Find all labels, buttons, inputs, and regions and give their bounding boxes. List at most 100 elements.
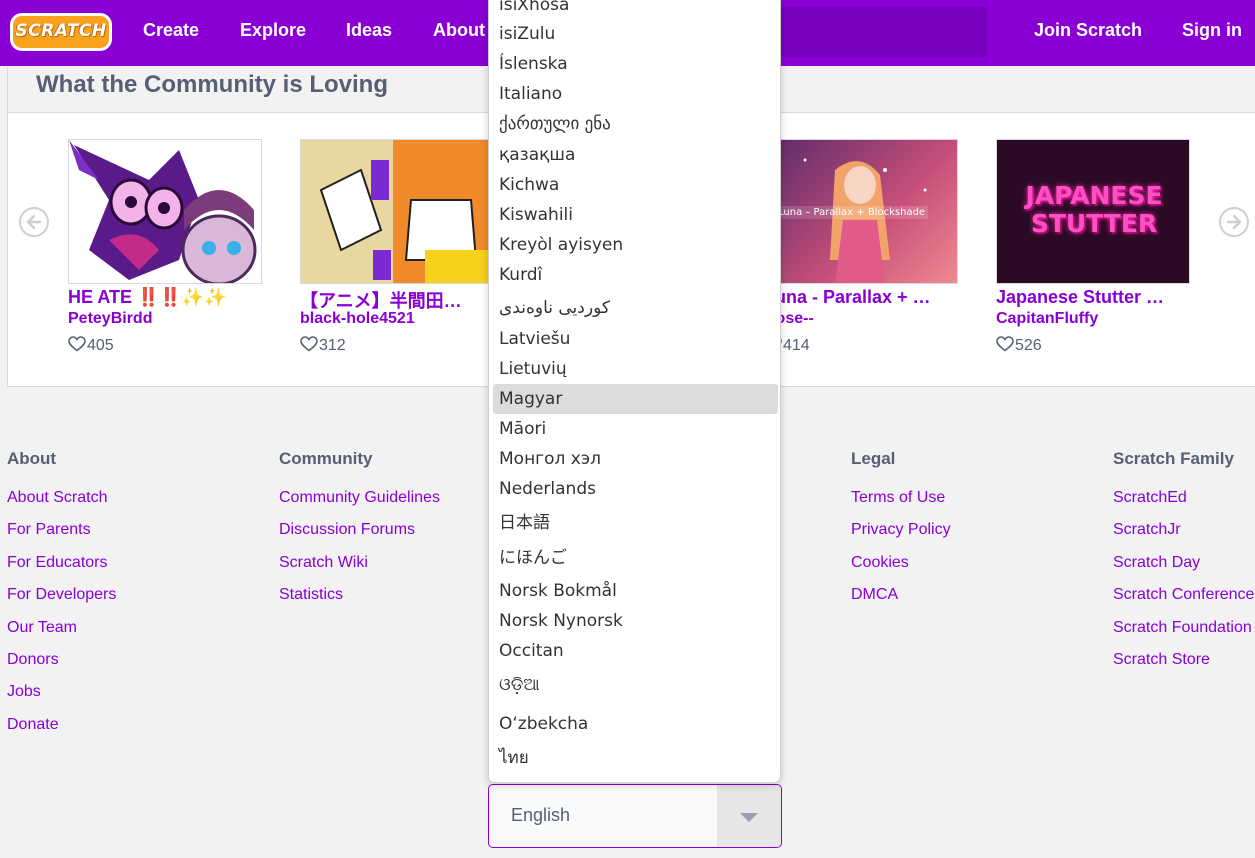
project-title[interactable]: Luna - Parallax + … bbox=[764, 287, 964, 308]
language-option[interactable]: Íslenska bbox=[493, 49, 778, 79]
footer-heading: About bbox=[7, 449, 57, 468]
footer-column-about: About About Scratch For Parents For Educ… bbox=[7, 449, 116, 748]
language-option[interactable]: Oʻzbekcha bbox=[493, 709, 778, 739]
footer-link[interactable]: Jobs bbox=[7, 683, 116, 715]
community-title: What the Community is Loving bbox=[36, 71, 388, 98]
join-scratch-link[interactable]: Join Scratch bbox=[1034, 20, 1142, 41]
language-option[interactable]: қазақша bbox=[493, 140, 778, 170]
heart-icon bbox=[68, 336, 86, 352]
language-option[interactable]: 日本語 bbox=[493, 508, 778, 538]
project-card[interactable]: Luna – Parallax + Blockshade Luna - Para… bbox=[764, 139, 958, 354]
footer-heading: Legal bbox=[851, 449, 896, 468]
project-card[interactable]: JAPANESE STUTTER Japanese Stutter … Capi… bbox=[996, 139, 1190, 354]
arrow-left-icon bbox=[26, 214, 42, 230]
project-author[interactable]: black-hole4521 bbox=[300, 310, 415, 328]
heart-icon bbox=[996, 336, 1014, 352]
nav-ideas[interactable]: Ideas bbox=[346, 20, 392, 41]
nav-about[interactable]: About bbox=[433, 20, 485, 41]
language-option[interactable]: ქართული ენა bbox=[493, 109, 778, 139]
language-option[interactable]: ଓଡ଼ିଆ bbox=[493, 670, 778, 700]
footer-link[interactable]: ScratchEd bbox=[1113, 489, 1254, 521]
language-option[interactable]: isiXhosa bbox=[493, 0, 778, 20]
language-option[interactable]: Norsk Nynorsk bbox=[493, 606, 778, 636]
language-option[interactable]: کوردیی ناوەندی bbox=[493, 293, 778, 323]
project-loves: 312 bbox=[300, 336, 346, 355]
language-option[interactable]: Lietuvių bbox=[493, 354, 778, 384]
footer-link[interactable]: Donors bbox=[7, 651, 116, 683]
footer-link[interactable]: Scratch Conference bbox=[1113, 586, 1254, 618]
project-card[interactable]: 【アニメ】半間田… black-hole4521 312 bbox=[300, 139, 494, 354]
footer-link[interactable]: Terms of Use bbox=[851, 489, 951, 521]
nav-explore[interactable]: Explore bbox=[240, 20, 306, 41]
project-title[interactable]: HE ATE ‼️‼️✨✨ bbox=[68, 287, 268, 308]
loves-count: 414 bbox=[783, 337, 810, 354]
arrow-right-icon bbox=[1226, 214, 1242, 230]
footer-heading: Community bbox=[279, 449, 373, 468]
footer-link[interactable]: Scratch Store bbox=[1113, 651, 1254, 683]
language-selected-value: English bbox=[511, 805, 571, 825]
project-author[interactable]: PeteyBirdd bbox=[68, 310, 152, 328]
language-option-highlighted[interactable]: Magyar bbox=[493, 384, 778, 414]
caret-down-icon bbox=[740, 813, 758, 822]
language-dropdown-toggle[interactable] bbox=[717, 785, 781, 847]
footer-link[interactable]: Discussion Forums bbox=[279, 521, 440, 553]
project-thumbnail[interactable]: Luna – Parallax + Blockshade bbox=[764, 139, 958, 284]
project-author[interactable]: CapitanFluffy bbox=[996, 310, 1098, 328]
project-title[interactable]: Japanese Stutter … bbox=[996, 287, 1196, 308]
thumb-caption: Luna – Parallax + Blockshade bbox=[775, 206, 929, 219]
footer-link[interactable]: Scratch Day bbox=[1113, 554, 1254, 586]
language-option[interactable]: Nederlands bbox=[493, 474, 778, 504]
footer-link[interactable]: ScratchJr bbox=[1113, 521, 1254, 553]
language-dropdown-list[interactable]: isiXhosa isiZulu Íslenska Italiano ქართუ… bbox=[488, 0, 781, 783]
language-option[interactable]: Kurdî bbox=[493, 260, 778, 290]
footer-link[interactable]: About Scratch bbox=[7, 489, 116, 521]
language-option[interactable]: Māori bbox=[493, 414, 778, 444]
logo-text: SCRATCH bbox=[15, 21, 107, 41]
thumb-title-art: JAPANESE STUTTER bbox=[1025, 181, 1163, 238]
carousel-prev-button[interactable] bbox=[19, 207, 49, 237]
footer-link[interactable]: Community Guidelines bbox=[279, 489, 440, 521]
language-option[interactable]: Italiano bbox=[493, 79, 778, 109]
footer-column-community: Community Community Guidelines Discussio… bbox=[279, 449, 440, 619]
footer-link[interactable]: For Parents bbox=[7, 521, 116, 553]
heart-icon bbox=[300, 336, 318, 352]
project-card[interactable]: HE ATE ‼️‼️✨✨ PeteyBirdd 405 bbox=[68, 139, 262, 354]
language-option[interactable]: ไทย bbox=[493, 743, 778, 773]
language-option[interactable]: にほんご bbox=[493, 543, 778, 573]
project-loves: 405 bbox=[68, 336, 114, 355]
project-loves: 526 bbox=[996, 336, 1042, 355]
footer-link[interactable]: Scratch Foundation bbox=[1113, 619, 1254, 651]
footer-link[interactable]: Donate bbox=[7, 716, 116, 748]
footer-link[interactable]: DMCA bbox=[851, 586, 951, 618]
language-option[interactable]: Norsk Bokmål bbox=[493, 576, 778, 606]
search-bar[interactable] bbox=[770, 7, 987, 57]
language-option[interactable]: isiZulu bbox=[493, 19, 778, 49]
footer-link[interactable]: Privacy Policy bbox=[851, 521, 951, 553]
language-option[interactable]: Kiswahili bbox=[493, 200, 778, 230]
loves-count: 526 bbox=[1015, 337, 1042, 354]
sign-in-link[interactable]: Sign in bbox=[1182, 20, 1242, 41]
project-thumbnail[interactable] bbox=[300, 139, 494, 284]
language-option[interactable]: Kreyòl ayisyen bbox=[493, 230, 778, 260]
loves-count: 405 bbox=[87, 337, 114, 354]
footer-link[interactable]: Our Team bbox=[7, 619, 116, 651]
language-select[interactable]: English bbox=[488, 784, 782, 848]
project-thumbnail[interactable] bbox=[68, 139, 262, 284]
loves-count: 312 bbox=[319, 337, 346, 354]
language-option[interactable]: Монгол хэл bbox=[493, 444, 778, 474]
footer-column-legal: Legal Terms of Use Privacy Policy Cookie… bbox=[851, 449, 951, 619]
scratch-logo[interactable]: SCRATCH bbox=[10, 13, 112, 51]
nav-create[interactable]: Create bbox=[143, 20, 199, 41]
carousel-next-button[interactable] bbox=[1219, 207, 1249, 237]
footer-link[interactable]: Scratch Wiki bbox=[279, 554, 440, 586]
footer-link[interactable]: For Educators bbox=[7, 554, 116, 586]
language-option[interactable]: Kichwa bbox=[493, 170, 778, 200]
language-option[interactable]: Latviešu bbox=[493, 324, 778, 354]
project-thumbnail[interactable]: JAPANESE STUTTER bbox=[996, 139, 1190, 284]
footer-link[interactable]: Cookies bbox=[851, 554, 951, 586]
footer-link[interactable]: Statistics bbox=[279, 586, 440, 618]
footer-heading: Scratch Family bbox=[1113, 449, 1234, 468]
footer-column-scratch-family: Scratch Family ScratchEd ScratchJr Scrat… bbox=[1113, 449, 1254, 683]
footer-link[interactable]: For Developers bbox=[7, 586, 116, 618]
language-option[interactable]: Occitan bbox=[493, 636, 778, 666]
